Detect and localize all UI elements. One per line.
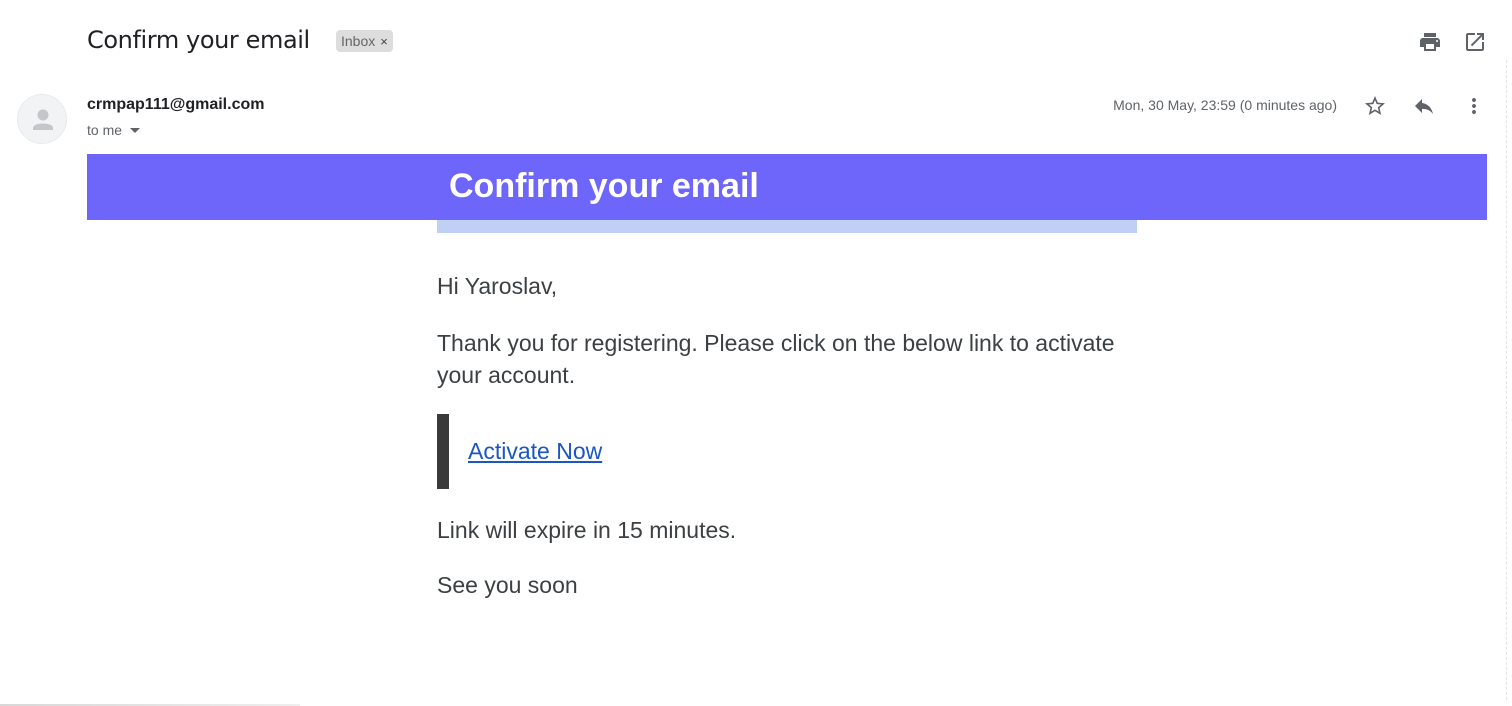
banner-accent-bar: [437, 220, 1137, 233]
email-subject: Confirm your email: [87, 26, 310, 54]
chevron-down-icon: [130, 127, 141, 133]
open-in-new-window-icon[interactable]: [1463, 30, 1487, 54]
activate-callout: Activate Now: [437, 414, 737, 489]
body-paragraph: Thank you for registering. Please click …: [437, 330, 1115, 388]
message-date: Mon, 30 May, 23:59 (0 minutes ago): [1113, 97, 1337, 113]
banner-title: Confirm your email: [449, 167, 759, 205]
recipient-text: to me: [87, 122, 123, 138]
inbox-label-chip[interactable]: Inbox ×: [336, 30, 393, 52]
right-edge-divider: [1506, 60, 1512, 700]
default-avatar-icon: [33, 109, 53, 130]
signoff-text: See you soon: [437, 572, 578, 598]
greeting-text: Hi Yaroslav,: [437, 273, 558, 299]
inbox-label-text: Inbox: [341, 33, 376, 49]
sender-email[interactable]: crmpap111@gmail.com: [87, 96, 264, 114]
reply-icon[interactable]: [1412, 94, 1436, 118]
more-vert-icon[interactable]: [1462, 94, 1486, 118]
remove-label-icon[interactable]: ×: [380, 34, 388, 49]
email-header-banner: Confirm your email: [87, 154, 1487, 220]
recipient-details-toggle[interactable]: to me: [87, 122, 141, 138]
expiry-text: Link will expire in 15 minutes.: [437, 517, 737, 543]
star-icon[interactable]: [1363, 94, 1387, 118]
subject-row: Confirm your email Inbox ×: [0, 0, 1512, 84]
activate-now-link[interactable]: Activate Now: [468, 438, 602, 465]
sender-avatar[interactable]: [17, 94, 67, 144]
print-icon[interactable]: [1418, 30, 1442, 54]
